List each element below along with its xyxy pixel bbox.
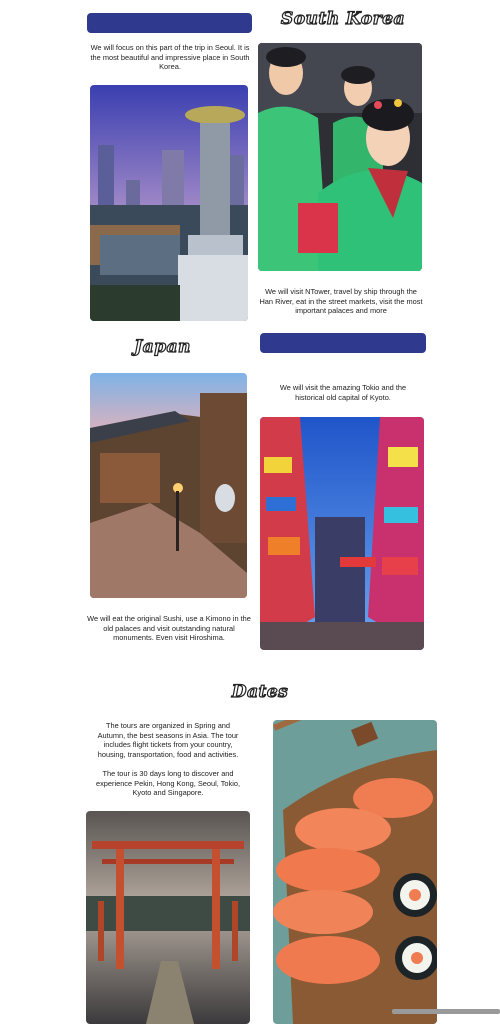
japan-intro-text: We will visit the amazing Tokio and the …	[279, 383, 407, 402]
korea-intro-text: We will focus on this part of the trip i…	[90, 43, 250, 72]
japan-heading: Japan	[133, 336, 191, 357]
dates-paragraph-1: The tours are organized in Spring and Au…	[97, 721, 239, 759]
hanbok-dancers-photo	[258, 43, 422, 271]
japan-details-text: We will eat the original Sushi, use a Ki…	[87, 614, 251, 643]
seoul-buddha-statue-photo	[90, 85, 248, 321]
korea-details-text: We will visit NTower, travel by ship thr…	[259, 287, 423, 316]
korea-heading: South Korea	[280, 8, 406, 29]
torii-gate-photo	[86, 811, 250, 1024]
salmon-sushi-photo	[273, 720, 437, 1024]
dates-heading: Dates	[231, 681, 289, 702]
horizontal-scrollbar-thumb[interactable]	[392, 1009, 500, 1014]
tokyo-neon-street-photo	[260, 417, 424, 650]
japan-accent-bar	[260, 333, 426, 353]
kyoto-street-photo	[90, 373, 247, 598]
dates-paragraph-2: The tour is 30 days long to discover and…	[95, 769, 241, 798]
korea-accent-bar	[87, 13, 252, 33]
